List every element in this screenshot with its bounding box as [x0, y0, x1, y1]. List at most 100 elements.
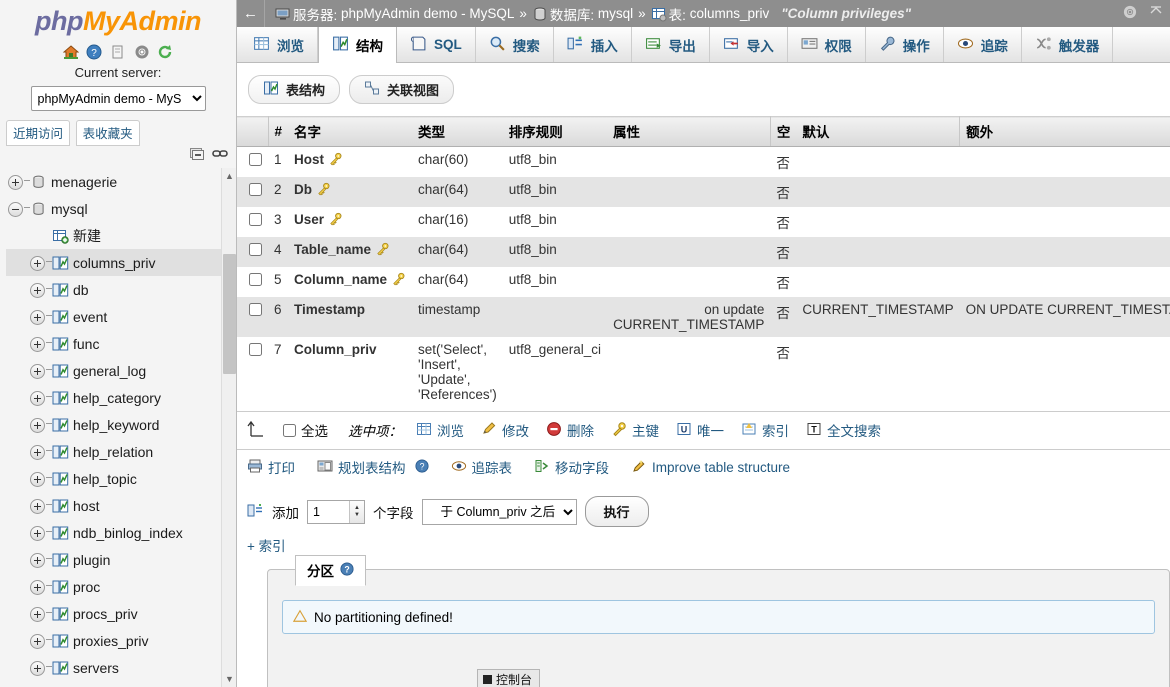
expand-icon[interactable]: [30, 634, 45, 649]
expand-icon[interactable]: [30, 472, 45, 487]
table-row[interactable]: 2Dbchar(64)utf8_bin否: [237, 177, 1170, 207]
console-bar[interactable]: 控制台: [477, 669, 540, 687]
with-selected-edit-pencil[interactable]: 修改: [481, 420, 529, 440]
tab-privileges[interactable]: 权限: [788, 27, 866, 62]
tree-node-proc[interactable]: proc: [6, 573, 237, 600]
tree-node-help_topic[interactable]: help_topic: [6, 465, 237, 492]
docs-icon[interactable]: [110, 42, 126, 62]
action-track-table[interactable]: 追踪表: [451, 457, 513, 477]
col-header-type[interactable]: 类型: [412, 117, 503, 147]
scroll-down-arrow[interactable]: ▼: [222, 671, 237, 687]
expand-icon[interactable]: [30, 661, 45, 676]
tree-node-ndb_binlog_index[interactable]: ndb_binlog_index: [6, 519, 237, 546]
row-checkbox[interactable]: [249, 273, 262, 286]
expand-icon[interactable]: [30, 607, 45, 622]
tree-node-help_category[interactable]: help_category: [6, 384, 237, 411]
pma-logo[interactable]: phpMyAdmin: [0, 0, 236, 37]
with-selected-fulltext[interactable]: T全文搜索: [806, 420, 881, 440]
table-row[interactable]: 3Userchar(16)utf8_bin否: [237, 207, 1170, 237]
expand-icon[interactable]: [30, 364, 45, 379]
tree-node-func[interactable]: func: [6, 330, 237, 357]
tree-node-servers[interactable]: servers: [6, 654, 237, 681]
col-header-number[interactable]: #: [268, 117, 288, 147]
tab-triggers[interactable]: 触发器: [1022, 27, 1114, 62]
subtab-structure[interactable]: 表结构: [248, 75, 340, 104]
with-selected-unique[interactable]: U唯一: [676, 420, 724, 440]
expand-icon[interactable]: [30, 310, 45, 325]
row-checkbox[interactable]: [249, 213, 262, 226]
go-button[interactable]: 执行: [585, 496, 649, 527]
tab-import[interactable]: 导入: [710, 27, 788, 62]
expand-icon[interactable]: [30, 391, 45, 406]
check-all-checkbox[interactable]: [283, 424, 296, 437]
col-header-name[interactable]: 名字: [288, 117, 412, 147]
tab-search[interactable]: 搜索: [476, 27, 554, 62]
tab-sql[interactable]: SQL: [397, 27, 476, 62]
tab-operations[interactable]: 操作: [866, 27, 944, 62]
tab-insert[interactable]: 插入: [554, 27, 632, 62]
tree-node-procs_priv[interactable]: procs_priv: [6, 600, 237, 627]
expand-icon[interactable]: [30, 337, 45, 352]
expand-icon[interactable]: [30, 499, 45, 514]
col-header-default[interactable]: 默认: [796, 117, 959, 147]
expand-icon[interactable]: [30, 553, 45, 568]
tree-node-columns_priv[interactable]: columns_priv: [6, 249, 237, 276]
collapse-all-icon[interactable]: [189, 144, 205, 161]
expand-icon[interactable]: [30, 256, 45, 271]
favorite-tables-tab[interactable]: 表收藏夹: [76, 120, 140, 146]
refresh-icon[interactable]: [157, 42, 173, 62]
breadcrumb-server-name[interactable]: phpMyAdmin demo - MySQL: [341, 6, 514, 21]
tree-node-db[interactable]: db: [6, 276, 237, 303]
with-selected-drop[interactable]: 删除: [546, 420, 594, 440]
home-icon[interactable]: [63, 42, 79, 62]
subtab-relation-view[interactable]: 关联视图: [349, 75, 454, 104]
row-checkbox[interactable]: [249, 343, 262, 356]
quantity-stepper[interactable]: ▲▼: [349, 501, 364, 523]
tree-node-help_relation[interactable]: help_relation: [6, 438, 237, 465]
sidebar-scrollbar[interactable]: ▲ ▼: [221, 168, 236, 687]
with-selected-primary-key[interactable]: 主键: [611, 420, 659, 440]
row-checkbox[interactable]: [249, 303, 262, 316]
expand-icon[interactable]: [30, 418, 45, 433]
table-row[interactable]: 6Timestamptimestampon update CURRENT_TIM…: [237, 297, 1170, 337]
table-row[interactable]: 7Column_privset('Select', 'Insert', 'Upd…: [237, 337, 1170, 407]
breadcrumb-db-name[interactable]: mysql: [598, 6, 633, 21]
tree-node-mysql[interactable]: mysql: [6, 195, 237, 222]
row-checkbox[interactable]: [249, 183, 262, 196]
help-icon[interactable]: ?: [340, 562, 354, 579]
collapse-up-icon[interactable]: [1148, 4, 1164, 23]
with-selected-browse[interactable]: 浏览: [416, 420, 464, 440]
tab-browse[interactable]: 浏览: [240, 27, 318, 62]
tree-node-slow_log[interactable]: slow_log: [6, 681, 237, 687]
breadcrumb-table-name[interactable]: columns_priv: [690, 6, 770, 21]
expand-icon[interactable]: [30, 526, 45, 541]
expand-icon[interactable]: [30, 445, 45, 460]
row-checkbox[interactable]: [249, 153, 262, 166]
link-with-main-icon[interactable]: [212, 144, 228, 161]
tree-node-event[interactable]: event: [6, 303, 237, 330]
index-link[interactable]: + 索引: [237, 529, 1170, 555]
expand-icon[interactable]: [30, 283, 45, 298]
action-normalize[interactable]: Improve table structure: [631, 458, 790, 477]
scrollbar-thumb[interactable]: [223, 254, 236, 374]
tree-node-新建[interactable]: 新建: [6, 222, 237, 249]
tree-node-plugin[interactable]: plugin: [6, 546, 237, 573]
col-header-attributes[interactable]: 属性: [607, 117, 770, 147]
tree-node-menagerie[interactable]: menagerie: [6, 168, 237, 195]
tab-structure[interactable]: 结构: [318, 27, 397, 63]
tab-export[interactable]: 导出: [632, 27, 710, 62]
scroll-up-arrow[interactable]: ▲: [222, 168, 237, 184]
settings-icon[interactable]: [134, 42, 150, 62]
action-print[interactable]: 打印: [247, 457, 295, 477]
expand-icon[interactable]: [8, 175, 23, 190]
tree-node-host[interactable]: host: [6, 492, 237, 519]
col-header-collation[interactable]: 排序规则: [503, 117, 607, 147]
table-row[interactable]: 4Table_namechar(64)utf8_bin否: [237, 237, 1170, 267]
tree-node-help_keyword[interactable]: help_keyword: [6, 411, 237, 438]
tab-tracking[interactable]: 追踪: [944, 27, 1022, 62]
col-header-extra[interactable]: 额外: [960, 117, 1170, 147]
table-row[interactable]: 5Column_namechar(64)utf8_bin否: [237, 267, 1170, 297]
help-icon[interactable]: ?: [415, 459, 429, 476]
col-header-null[interactable]: 空: [770, 117, 796, 147]
field-position-select[interactable]: 于 Column_priv 之后: [422, 499, 577, 525]
